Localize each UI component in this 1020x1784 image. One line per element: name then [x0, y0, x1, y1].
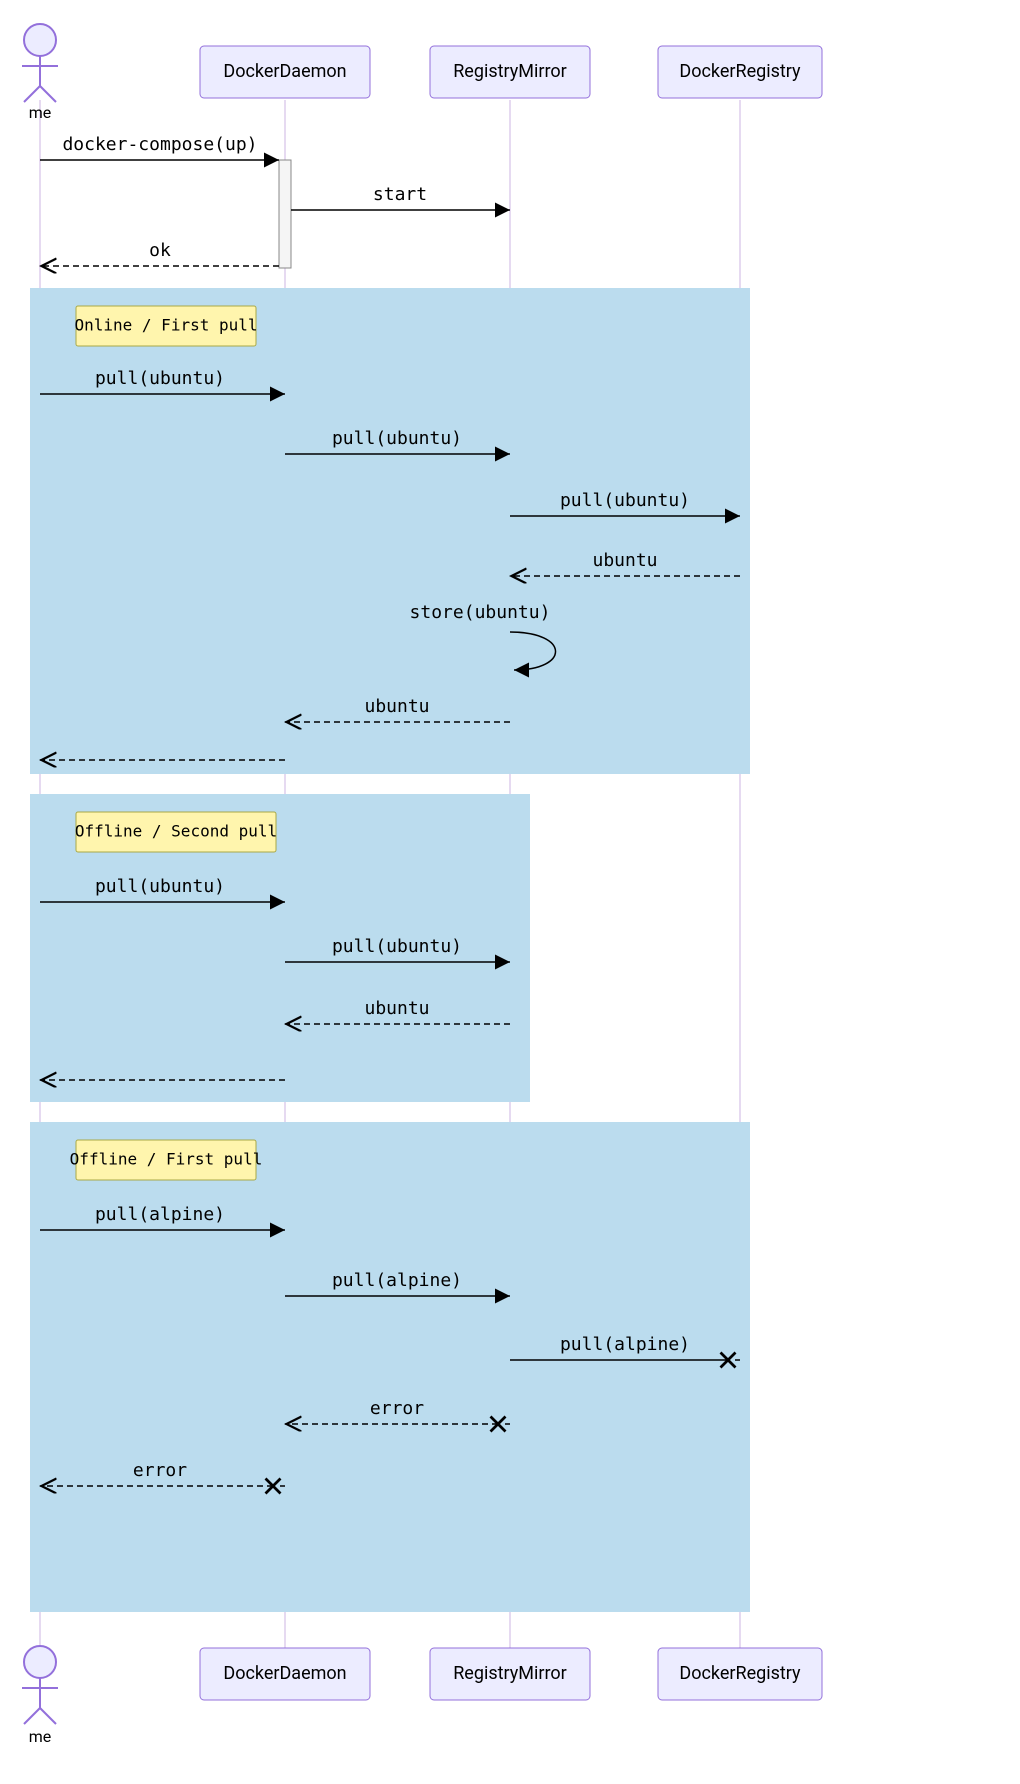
- note-offline-second: Offline / Second pull: [75, 812, 277, 852]
- actor-registry-label: DockerRegistry: [679, 61, 801, 82]
- msg-ok: ok: [149, 240, 171, 261]
- note-offline-first: Offline / First pull: [70, 1140, 263, 1180]
- msg-pull-ubuntu-1: pull(ubuntu): [95, 368, 225, 389]
- sequence-diagram: me DockerDaemon RegistryMirror DockerReg…: [0, 0, 1020, 1784]
- msg-error-2: error: [133, 1460, 187, 1481]
- actor-me-bottom: me: [22, 1646, 58, 1746]
- svg-text:DockerDaemon: DockerDaemon: [223, 1663, 346, 1684]
- svg-text:DockerRegistry: DockerRegistry: [679, 1663, 801, 1684]
- svg-text:Offline / First pull: Offline / First pull: [70, 1150, 263, 1169]
- msg-pull-ubuntu-5: pull(ubuntu): [332, 936, 462, 957]
- actor-me-top: me: [22, 24, 58, 122]
- msg-pull-alpine-2: pull(alpine): [332, 1270, 462, 1291]
- actor-mirror-top: RegistryMirror: [430, 46, 590, 98]
- msg-pull-ubuntu-2: pull(ubuntu): [332, 428, 462, 449]
- actor-daemon-label: DockerDaemon: [223, 61, 346, 82]
- msg-pull-alpine-1: pull(alpine): [95, 1204, 225, 1225]
- actor-daemon-bottom: DockerDaemon: [200, 1648, 370, 1700]
- svg-text:RegistryMirror: RegistryMirror: [453, 1663, 567, 1684]
- msg-ubuntu-5: ubuntu: [364, 998, 429, 1019]
- actor-registry-bottom: DockerRegistry: [658, 1648, 822, 1700]
- svg-text:Offline / Second pull: Offline / Second pull: [75, 822, 277, 841]
- msg-start: start: [373, 184, 427, 205]
- msg-ubuntu-1: ubuntu: [592, 550, 657, 571]
- msg-compose-up: docker-compose(up): [62, 134, 257, 155]
- msg-ubuntu-2: ubuntu: [364, 696, 429, 717]
- svg-text:me: me: [29, 1727, 52, 1746]
- bg-offline-first: [30, 1122, 750, 1612]
- msg-store-ubuntu: store(ubuntu): [410, 602, 551, 623]
- actor-me-label: me: [29, 103, 52, 122]
- note-online-first: Online / First pull: [74, 306, 257, 346]
- actor-mirror-label: RegistryMirror: [453, 61, 567, 82]
- msg-error-1: error: [370, 1398, 424, 1419]
- actor-mirror-bottom: RegistryMirror: [430, 1648, 590, 1700]
- svg-text:Online / First pull: Online / First pull: [74, 316, 257, 335]
- msg-pull-ubuntu-4: pull(ubuntu): [95, 876, 225, 897]
- activation-daemon: [279, 160, 291, 268]
- msg-pull-alpine-3: pull(alpine): [560, 1334, 690, 1355]
- actor-registry-top: DockerRegistry: [658, 46, 822, 98]
- msg-pull-ubuntu-3: pull(ubuntu): [560, 490, 690, 511]
- actor-daemon-top: DockerDaemon: [200, 46, 370, 98]
